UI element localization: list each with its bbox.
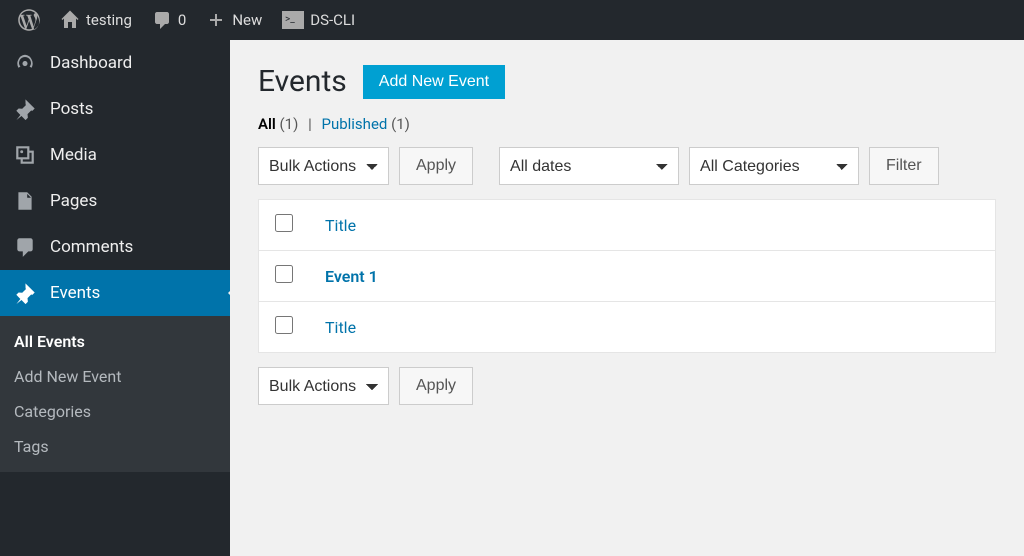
dashboard-icon (14, 52, 36, 74)
pin-icon (14, 98, 36, 120)
row-select-cell (259, 251, 310, 302)
submenu-tags[interactable]: Tags (0, 429, 230, 464)
comment-icon (14, 236, 36, 258)
select-all-checkbox-bottom[interactable] (275, 316, 293, 334)
event-title-link[interactable]: Event 1 (325, 267, 378, 286)
sidebar-item-posts[interactable]: Posts (0, 86, 230, 132)
filter-published[interactable]: Published (1) (321, 115, 409, 133)
sidebar-item-events[interactable]: Events (0, 270, 230, 316)
media-icon (14, 144, 36, 166)
bulk-actions-select[interactable]: Bulk Actions (258, 147, 389, 185)
sidebar-item-media[interactable]: Media (0, 132, 230, 178)
row-title-cell: Event 1 (309, 251, 996, 302)
apply-button-bottom[interactable]: Apply (399, 367, 473, 405)
terminal-icon: >_ (282, 11, 304, 29)
site-link[interactable]: testing (50, 10, 142, 30)
sidebar-item-label: Posts (50, 99, 93, 119)
sidebar-item-pages[interactable]: Pages (0, 178, 230, 224)
table-row: Event 1 (259, 251, 996, 302)
sidebar-item-dashboard[interactable]: Dashboard (0, 40, 230, 86)
select-all-header (259, 200, 310, 251)
content-area: Events Add New Event All (1) | Published… (230, 40, 1024, 556)
home-icon (60, 10, 80, 30)
page-header: Events Add New Event (258, 64, 996, 99)
date-filter-select[interactable]: All dates (499, 147, 679, 185)
page-icon (14, 190, 36, 212)
sidebar-item-comments[interactable]: Comments (0, 224, 230, 270)
row-checkbox[interactable] (275, 265, 293, 283)
apply-button-top[interactable]: Apply (399, 147, 473, 185)
sidebar-item-label: Media (50, 145, 97, 165)
admin-sidebar: Dashboard Posts Media Pages Comments Eve… (0, 40, 230, 556)
select-all-footer (259, 302, 310, 353)
category-filter-select[interactable]: All Categories (689, 147, 859, 185)
column-title-header[interactable]: Title (309, 200, 996, 251)
table-header-row: Title (259, 200, 996, 251)
sidebar-submenu: All Events Add New Event Categories Tags (0, 316, 230, 472)
sidebar-item-label: Events (50, 283, 100, 303)
submenu-categories[interactable]: Categories (0, 394, 230, 429)
wordpress-icon (18, 9, 40, 31)
add-new-event-button[interactable]: Add New Event (363, 65, 505, 99)
new-label: New (232, 11, 262, 29)
events-table: Title Event 1 Title (258, 199, 996, 353)
bulk-actions-select-bottom[interactable]: Bulk Actions (258, 367, 389, 405)
sidebar-item-label: Dashboard (50, 53, 132, 73)
filter-all[interactable]: All (1) (258, 115, 302, 133)
table-footer-row: Title (259, 302, 996, 353)
comments-link[interactable]: 0 (142, 10, 196, 30)
submenu-all-events[interactable]: All Events (0, 324, 230, 359)
wp-logo[interactable] (8, 9, 50, 31)
dscli-label: DS-CLI (310, 11, 355, 29)
tablenav-top: Bulk Actions Apply All dates All Categor… (258, 147, 996, 185)
filter-button[interactable]: Filter (869, 147, 939, 185)
svg-text:>_: >_ (285, 14, 295, 25)
page-title: Events (258, 64, 347, 99)
sidebar-item-label: Comments (50, 237, 133, 257)
new-link[interactable]: New (196, 10, 272, 30)
submenu-add-new-event[interactable]: Add New Event (0, 359, 230, 394)
comment-icon (152, 10, 172, 30)
comments-count: 0 (178, 11, 186, 29)
sidebar-item-label: Pages (50, 191, 97, 211)
plus-icon (206, 10, 226, 30)
site-name: testing (86, 11, 132, 29)
pin-icon (14, 282, 36, 304)
select-all-checkbox-top[interactable] (275, 214, 293, 232)
admin-bar: testing 0 New >_ DS-CLI (0, 0, 1024, 40)
tablenav-bottom: Bulk Actions Apply (258, 367, 996, 405)
dscli-link[interactable]: >_ DS-CLI (272, 11, 365, 29)
column-title-footer[interactable]: Title (309, 302, 996, 353)
filter-separator: | (302, 115, 318, 133)
status-filter-links: All (1) | Published (1) (258, 115, 996, 133)
